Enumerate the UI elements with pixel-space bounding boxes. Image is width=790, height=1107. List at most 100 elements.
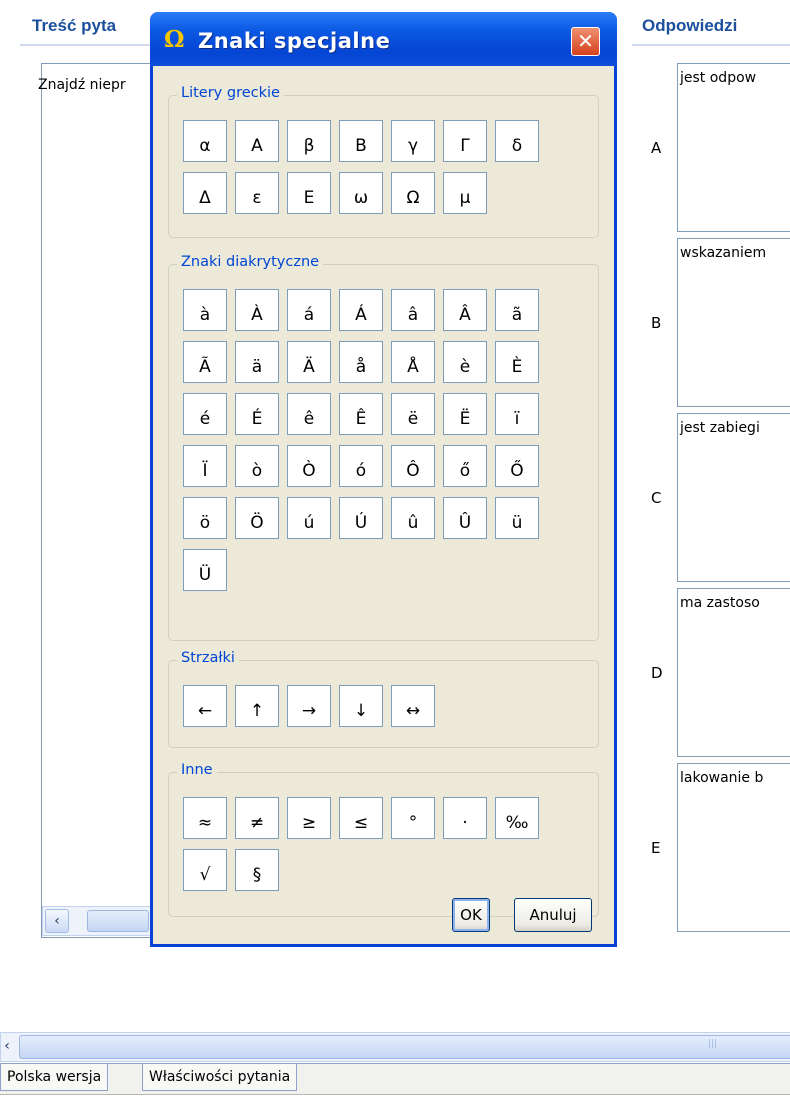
char-button[interactable]: ê (287, 393, 331, 435)
char-button[interactable]: È (495, 341, 539, 383)
char-grid: αΑβΒγΓδ ΔεΕωΩμ (183, 120, 588, 224)
answer-field[interactable]: ma zastoso (677, 588, 790, 757)
answer-letter: A (651, 139, 662, 157)
group-legend: Znaki diakrytyczne (177, 254, 324, 270)
char-button[interactable]: ő (443, 445, 487, 487)
group-other: Inne ≈ ≠ ≥ ≤ ° · ‰ √ § (168, 762, 599, 917)
question-horizontal-scrollbar[interactable]: ‹ (42, 906, 152, 936)
tab-wlasciwosci-pytania[interactable]: Właściwości pytania (142, 1064, 298, 1091)
char-button[interactable]: â (391, 289, 435, 331)
dialog-titlebar[interactable]: Ω Znaki specjalne ✕ (150, 12, 617, 66)
answer-text: jest odpow (680, 70, 757, 86)
char-grid: àÀáÁâÂã ÃäÄåÅèÈéÉêÊëËï ÏòÒóÔőŐöÖúÚûÛü Ü (183, 289, 588, 601)
main-horizontal-scrollbar[interactable]: ‹ ||| (0, 1032, 790, 1062)
char-button[interactable]: γ (391, 120, 435, 162)
char-button[interactable]: Á (339, 289, 383, 331)
group-legend: Strzałki (177, 650, 239, 666)
char-button[interactable]: á (287, 289, 331, 331)
scrollbar-thumb[interactable] (87, 910, 149, 932)
char-button[interactable]: Â (443, 289, 487, 331)
char-button[interactable]: ã (495, 289, 539, 331)
char-button[interactable]: ú (287, 497, 331, 539)
char-button[interactable]: à (183, 289, 227, 331)
char-button[interactable]: Γ (443, 120, 487, 162)
char-button[interactable]: β (287, 120, 331, 162)
char-button[interactable]: è (443, 341, 487, 383)
close-icon: ✕ (577, 29, 594, 53)
char-button[interactable]: √ (183, 849, 227, 891)
char-button[interactable]: Ô (391, 445, 435, 487)
char-button[interactable]: ≤ (339, 797, 383, 839)
answer-field[interactable]: jest zabiegi (677, 413, 790, 582)
char-button[interactable]: Ã (183, 341, 227, 383)
char-button[interactable]: é (183, 393, 227, 435)
char-button[interactable]: Ő (495, 445, 539, 487)
char-button[interactable]: û (391, 497, 435, 539)
char-button[interactable]: Δ (183, 172, 227, 214)
char-button[interactable]: ← (183, 685, 227, 727)
answer-text: wskazaniem (680, 245, 767, 261)
char-button[interactable]: ≈ (183, 797, 227, 839)
char-button[interactable]: ä (235, 341, 279, 383)
char-button[interactable]: ü (495, 497, 539, 539)
char-button[interactable]: ö (183, 497, 227, 539)
char-button[interactable]: ε (235, 172, 279, 214)
char-button[interactable]: § (235, 849, 279, 891)
answers-header-divider (632, 44, 790, 46)
status-strip (0, 1094, 790, 1107)
answer-field[interactable]: lakowanie b (677, 763, 790, 932)
omega-icon: Ω (164, 26, 185, 53)
char-button[interactable]: Ê (339, 393, 383, 435)
char-button[interactable]: ° (391, 797, 435, 839)
char-button[interactable]: Ε (287, 172, 331, 214)
char-button[interactable]: ω (339, 172, 383, 214)
char-button[interactable]: Å (391, 341, 435, 383)
answer-letter: E (651, 839, 661, 857)
close-button[interactable]: ✕ (571, 27, 600, 56)
char-button[interactable]: · (443, 797, 487, 839)
char-button[interactable]: Ë (443, 393, 487, 435)
answer-field[interactable]: wskazaniem (677, 238, 790, 407)
char-button[interactable]: Ò (287, 445, 331, 487)
answer-letter: C (651, 489, 662, 507)
char-button[interactable]: α (183, 120, 227, 162)
char-button[interactable]: Ω (391, 172, 435, 214)
answer-text: lakowanie b (680, 770, 764, 786)
char-button[interactable]: ò (235, 445, 279, 487)
char-button[interactable]: → (287, 685, 331, 727)
char-button[interactable]: ≥ (287, 797, 331, 839)
char-button[interactable]: Α (235, 120, 279, 162)
char-button[interactable]: ‰ (495, 797, 539, 839)
char-button[interactable]: δ (495, 120, 539, 162)
char-button[interactable]: ↑ (235, 685, 279, 727)
char-button[interactable]: ë (391, 393, 435, 435)
ok-button[interactable]: OK (452, 898, 490, 932)
scroll-left-icon[interactable]: ‹ (45, 909, 69, 933)
char-button[interactable]: ↓ (339, 685, 383, 727)
scroll-left-icon[interactable]: ‹ (1, 1035, 13, 1057)
char-button[interactable]: À (235, 289, 279, 331)
cancel-button[interactable]: Anuluj (514, 898, 592, 932)
char-button[interactable]: Β (339, 120, 383, 162)
char-button[interactable]: ï (495, 393, 539, 435)
tab-polska-wersja[interactable]: Polska wersja (0, 1064, 109, 1091)
answer-field[interactable]: jest odpow (677, 63, 790, 232)
question-header-divider (20, 44, 150, 46)
char-button[interactable]: Ö (235, 497, 279, 539)
answer-text: jest zabiegi (680, 420, 760, 436)
char-button[interactable]: Ú (339, 497, 383, 539)
scrollbar-thumb[interactable]: ||| (19, 1035, 790, 1059)
group-diacritics: Znaki diakrytyczne àÀáÁâÂã ÃäÄåÅèÈéÉêÊëËï… (168, 254, 599, 641)
char-button[interactable]: ↔ (391, 685, 435, 727)
char-button[interactable]: å (339, 341, 383, 383)
char-button[interactable]: ≠ (235, 797, 279, 839)
char-button[interactable]: Ï (183, 445, 227, 487)
char-button[interactable]: Û (443, 497, 487, 539)
char-button[interactable]: ó (339, 445, 383, 487)
char-button[interactable]: É (235, 393, 279, 435)
char-button[interactable]: Ü (183, 549, 227, 591)
dialog-client-area: Litery greckie αΑβΒγΓδ ΔεΕωΩμ Znaki diakr… (153, 66, 614, 944)
group-legend: Inne (177, 762, 217, 778)
char-button[interactable]: μ (443, 172, 487, 214)
char-button[interactable]: Ä (287, 341, 331, 383)
